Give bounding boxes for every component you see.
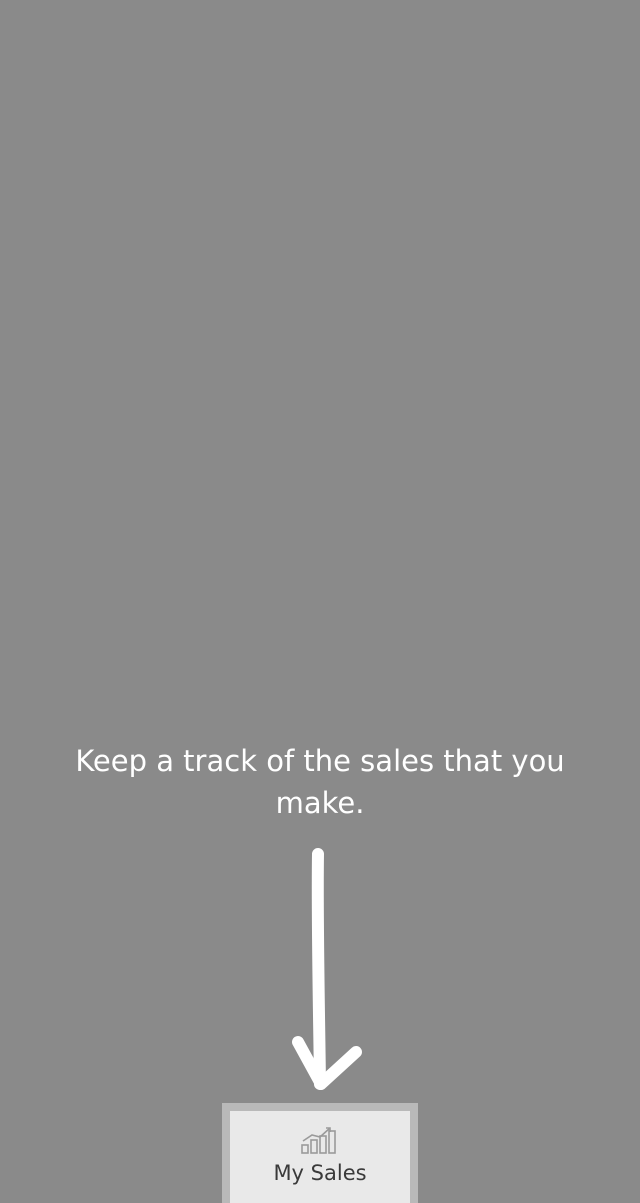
tab-my-sales[interactable]: My Sales (230, 1111, 410, 1203)
tab-my-sales-label: My Sales (273, 1161, 367, 1185)
onboarding-tip-text: Keep a track of the sales that you make. (75, 744, 565, 820)
bar-chart-trend-icon (301, 1127, 336, 1154)
tab-highlight-frame: My Sales (222, 1103, 418, 1203)
down-arrow-icon (292, 848, 362, 1090)
